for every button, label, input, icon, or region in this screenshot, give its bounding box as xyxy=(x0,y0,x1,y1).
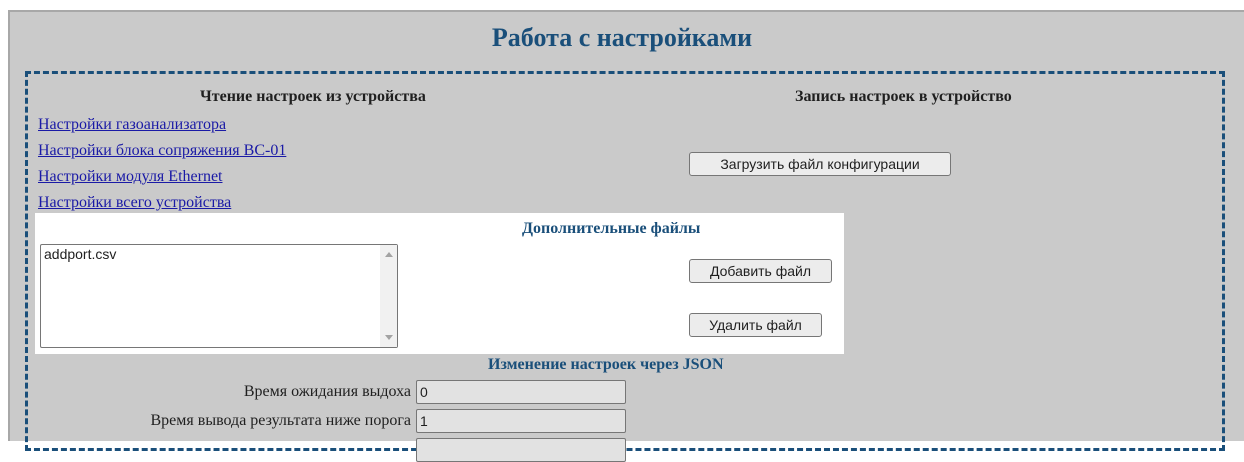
page-title: Работа с настройками xyxy=(491,23,753,52)
write-settings-heading: Запись настроек в устройство xyxy=(795,88,1012,105)
link-gas-analyzer-settings[interactable]: Настройки газоанализатора xyxy=(38,116,226,134)
link-all-device-settings[interactable]: Настройки всего устройства xyxy=(38,194,231,212)
read-settings-heading: Чтение настроек из устройства xyxy=(200,88,426,105)
next-field-input[interactable] xyxy=(416,438,626,462)
scroll-up-icon[interactable] xyxy=(385,252,393,257)
extra-files-heading: Дополнительные файлы xyxy=(522,220,701,237)
link-bc01-settings[interactable]: Настройки блока сопряжения BC-01 xyxy=(38,142,286,160)
link-ethernet-settings[interactable]: Настройки модуля Ethernet xyxy=(38,168,222,186)
files-listbox[interactable]: addport.csv xyxy=(40,244,398,348)
exhale-wait-input[interactable]: 0 xyxy=(416,380,626,404)
field-label-exhale-wait: Время ожидания выдоха xyxy=(243,383,411,400)
below-threshold-input[interactable]: 1 xyxy=(416,409,626,433)
json-settings-heading: Изменение настроек через JSON xyxy=(488,356,724,373)
listbox-scrollbar[interactable] xyxy=(380,245,397,347)
list-item[interactable]: addport.csv xyxy=(44,246,116,262)
remove-file-button[interactable]: Удалить файл xyxy=(689,313,822,337)
upload-config-button[interactable]: Загрузить файл конфигурации xyxy=(689,152,951,176)
add-file-button[interactable]: Добавить файл xyxy=(689,259,832,283)
scroll-down-icon[interactable] xyxy=(385,335,393,340)
field-label-below-threshold: Время вывода результата ниже порога xyxy=(150,412,412,429)
